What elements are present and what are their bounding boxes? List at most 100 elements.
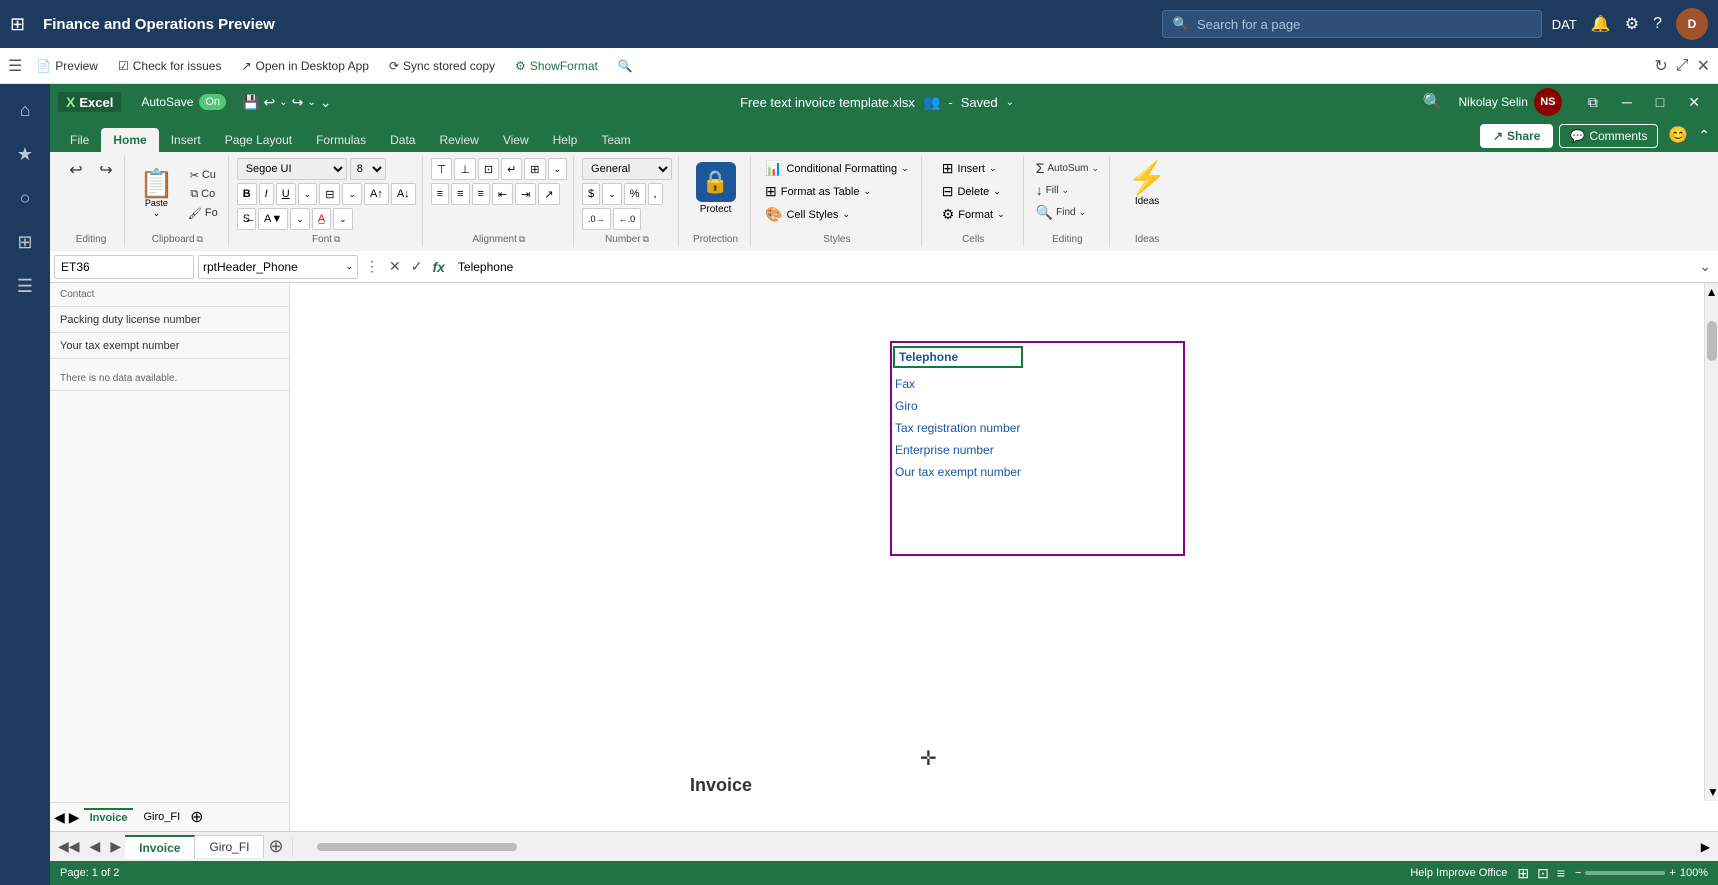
tab-data[interactable]: Data [378, 128, 427, 152]
fill-dropdown[interactable]: ⌄ [1061, 185, 1069, 196]
emoji-icon[interactable]: 😊 [1664, 125, 1692, 145]
formula-cancel-icon[interactable]: ✕ [386, 258, 404, 275]
sidebar-icon-recent[interactable]: ○ [7, 180, 43, 216]
save-quick-icon[interactable]: 💾 [242, 94, 259, 111]
copy-button[interactable]: ⧉ Co [184, 186, 222, 203]
clipboard-expand-icon[interactable]: ⧉ [197, 234, 203, 245]
saved-dropdown-icon[interactable]: ⌄ [1006, 97, 1014, 108]
undo-button[interactable]: ↩ [62, 158, 90, 182]
tab-review[interactable]: Review [427, 128, 490, 152]
comments-button[interactable]: 💬 Comments [1559, 124, 1658, 148]
format-as-table-button[interactable]: ⊞ Format as Table ⌄ [759, 181, 877, 202]
view-toggle-icon[interactable]: ⧉ [1578, 90, 1608, 115]
wrap-text-button[interactable]: ↵ [501, 158, 522, 180]
find-button[interactable]: 🔍 Find ⌄ [1032, 202, 1090, 223]
fat-dropdown[interactable]: ⌄ [863, 186, 871, 197]
decrease-indent-button[interactable]: ⇤ [492, 183, 513, 205]
align-right-button[interactable]: ≡ [472, 183, 490, 205]
cf-dropdown[interactable]: ⌄ [901, 163, 909, 174]
conditional-formatting-button[interactable]: 📊 Conditional Formatting ⌄ [759, 158, 915, 179]
sidebar-icon-star[interactable]: ★ [7, 136, 43, 172]
help-icon[interactable]: ? [1653, 15, 1662, 33]
open-desktop-button[interactable]: ↗ Open in Desktop App [235, 56, 374, 76]
delete-dropdown[interactable]: ⌄ [993, 186, 1001, 197]
border-dropdown[interactable]: ⌄ [342, 183, 362, 205]
zoom-in-button[interactable]: + [1669, 867, 1675, 879]
sum-button[interactable]: Σ AutoSum ⌄ [1032, 158, 1103, 178]
close-icon[interactable]: ✕ [1697, 56, 1710, 76]
sheet-nav-prev[interactable]: ◀ [86, 836, 105, 857]
tax-exempt-cell[interactable]: Our tax exempt number [893, 461, 1023, 483]
strikethrough-button[interactable]: S̶ [237, 208, 256, 230]
comma-button[interactable]: , [648, 183, 663, 205]
number-expand-icon[interactable]: ⧉ [643, 234, 649, 245]
share-button[interactable]: ↗ Share [1480, 124, 1553, 148]
v-scroll-up[interactable]: ▲ [1704, 283, 1718, 301]
search-button[interactable]: 🔍 [612, 56, 639, 76]
left-panel-sheet-tab2[interactable]: Giro_FI [137, 809, 186, 825]
fill-color-button[interactable]: A▼ [258, 208, 288, 230]
sidebar-icon-grid[interactable]: ⊞ [7, 224, 43, 260]
fill-dropdown[interactable]: ⌄ [290, 208, 310, 230]
protect-btn-wrapper[interactable]: 🔒 Protect [688, 158, 744, 219]
invoice-tab[interactable]: Invoice [125, 835, 195, 859]
tax-reg-cell[interactable]: Tax registration number [893, 417, 1023, 439]
h-scrollbar[interactable] [297, 840, 1697, 854]
number-format-select[interactable]: General [582, 158, 672, 180]
waffle-icon[interactable]: ⊞ [10, 14, 25, 35]
undo-icon[interactable]: ↩ [264, 94, 276, 111]
more-icon[interactable]: ⌄ [320, 94, 332, 111]
telephone-cell[interactable]: Telephone [893, 346, 1023, 368]
zoom-out-button[interactable]: − [1575, 867, 1581, 879]
tab-help[interactable]: Help [541, 128, 590, 152]
user-avatar-excel[interactable]: NS [1534, 88, 1562, 116]
sync-button[interactable]: ⟳ Sync stored copy [383, 56, 501, 76]
format-cell-button[interactable]: ⚙ Format ⌄ [936, 204, 1011, 225]
undo-dropdown-icon[interactable]: ⌄ [279, 97, 287, 108]
currency-button[interactable]: $ [582, 183, 600, 205]
merge-button[interactable]: ⊞ [524, 158, 545, 180]
h-scroll-right[interactable]: ▶ [1697, 840, 1714, 854]
merge-dropdown[interactable]: ⌄ [548, 158, 568, 180]
maximize-icon[interactable]: □ [1646, 90, 1674, 114]
redo-dropdown-icon[interactable]: ⌄ [307, 97, 315, 108]
add-sheet-button[interactable]: ⊕ [264, 834, 287, 859]
v-scrollbar[interactable]: ▲ ▼ [1704, 283, 1718, 801]
nav-next-icon[interactable]: ▶ [69, 809, 80, 826]
redo-button[interactable]: ↪ [92, 158, 120, 182]
tab-insert[interactable]: Insert [159, 128, 213, 152]
sum-dropdown[interactable]: ⌄ [1092, 163, 1100, 174]
cut-button[interactable]: ✂ Cu [184, 167, 222, 184]
tab-formulas[interactable]: Formulas [304, 128, 378, 152]
page-break-view-button[interactable]: ≡ [1555, 865, 1567, 881]
redo-icon[interactable]: ↪ [292, 94, 304, 111]
border-button[interactable]: ⊟ [319, 183, 340, 205]
cell-styles-button[interactable]: 🎨 Cell Styles ⌄ [759, 204, 856, 225]
sheet-nav-first[interactable]: ◀◀ [54, 836, 84, 857]
autosave-toggle[interactable]: On [199, 94, 226, 110]
underline-button[interactable]: U [276, 183, 296, 205]
normal-view-button[interactable]: ⊞ [1515, 865, 1531, 882]
expand-icon[interactable]: ⤢ [1676, 57, 1689, 75]
name-box[interactable] [54, 255, 194, 279]
nav-prev-icon[interactable]: ◀ [54, 809, 65, 826]
collapse-ribbon-icon[interactable]: ⌃ [1698, 127, 1710, 144]
fill-button[interactable]: ↓ Fill ⌄ [1032, 180, 1073, 200]
find-dropdown[interactable]: ⌄ [1079, 207, 1087, 218]
sheet-nav-next[interactable]: ▶ [106, 836, 125, 857]
increase-decimal-button[interactable]: .0→ [582, 208, 611, 230]
ideas-button[interactable]: ⚡ Ideas [1119, 158, 1175, 211]
paste-dropdown[interactable]: ⌄ [153, 208, 161, 219]
show-format-button[interactable]: ⚙ ShowFormat [509, 56, 604, 76]
orientation-button[interactable]: ↗ [538, 183, 559, 205]
fax-cell[interactable]: Fax [893, 373, 1023, 395]
tab-team[interactable]: Team [589, 128, 642, 152]
page-layout-view-button[interactable]: ⊡ [1535, 865, 1551, 882]
tab-home[interactable]: Home [101, 128, 158, 152]
tab-file[interactable]: File [58, 128, 101, 152]
font-size-select[interactable]: 8 [350, 158, 386, 180]
insert-dropdown[interactable]: ⌄ [989, 163, 997, 174]
italic-button[interactable]: I [259, 183, 274, 205]
search-input[interactable] [1197, 17, 1511, 32]
fx-label[interactable]: fx [429, 259, 447, 275]
